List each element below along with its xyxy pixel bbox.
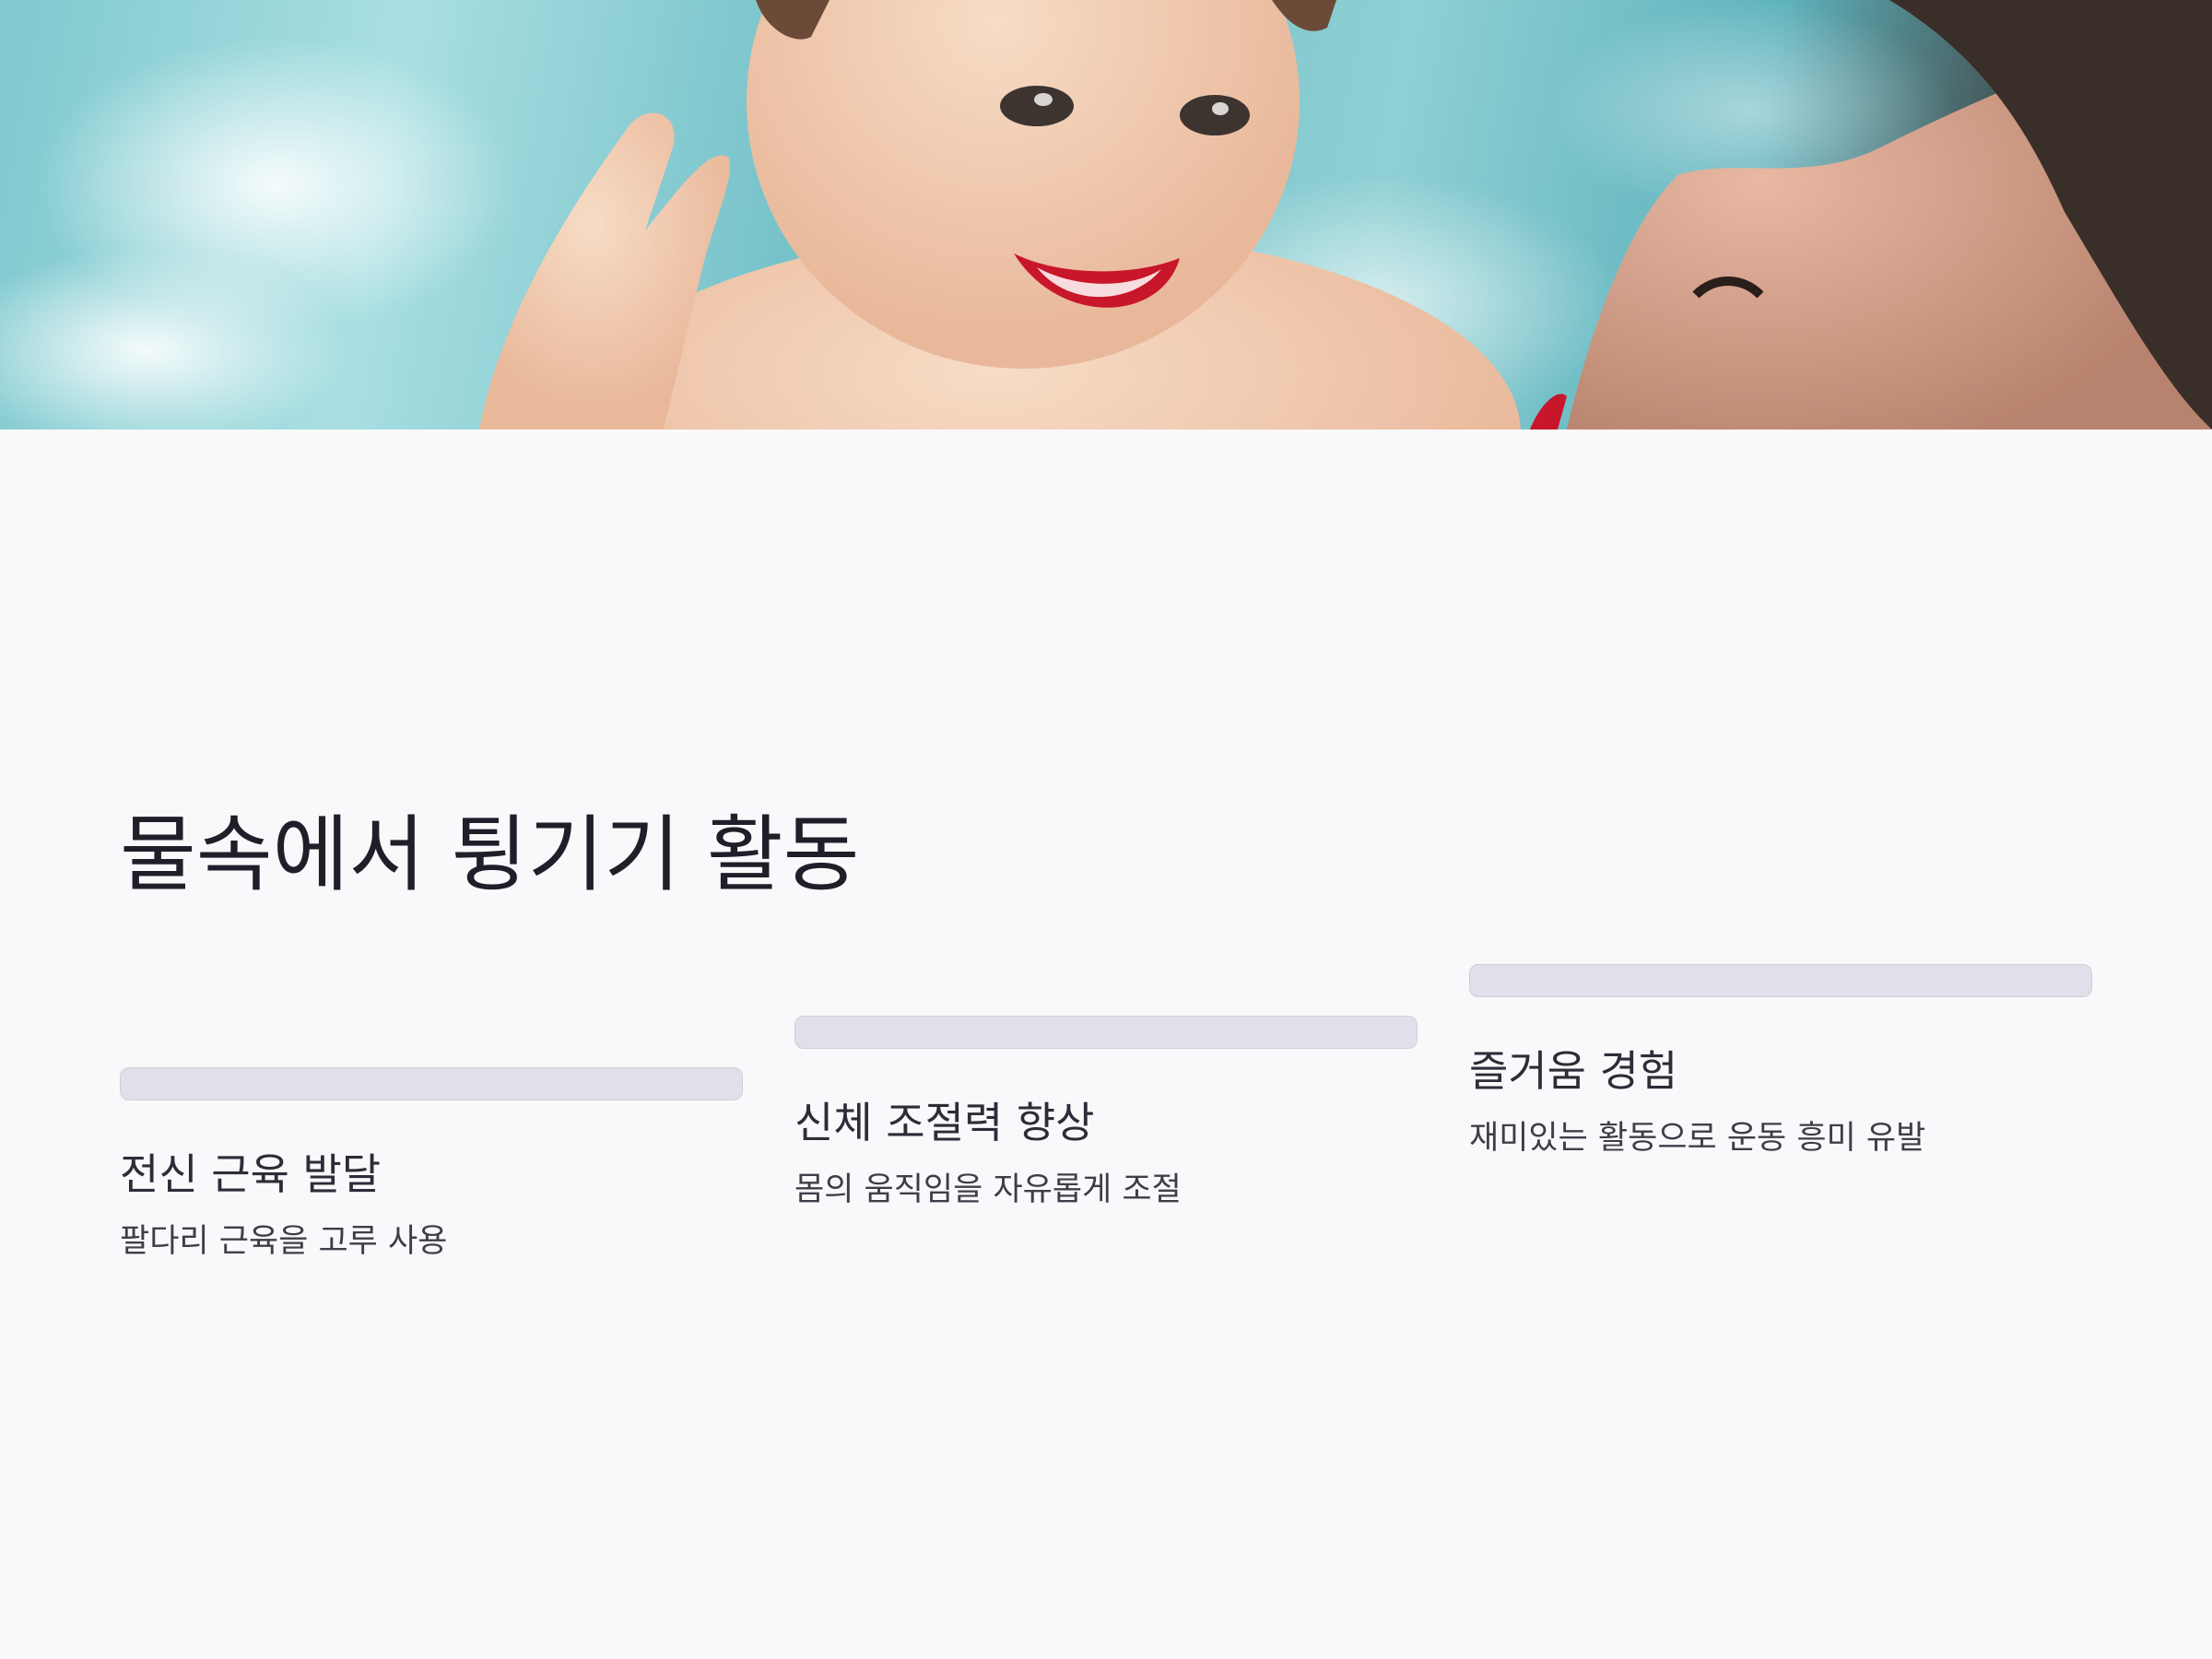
card-description: 몸의 움직임을 자유롭게 조절 xyxy=(794,1171,1182,1208)
card-accent-bar xyxy=(120,1067,743,1100)
card-title: 신체 조절력 향상 xyxy=(794,1098,1095,1147)
card-accent-bar xyxy=(1469,964,2092,997)
benefit-card-coordination: 신체 조절력 향상 몸의 움직임을 자유롭게 조절 xyxy=(794,1016,1418,1213)
card-accent-bar xyxy=(794,1016,1418,1049)
header-photo xyxy=(0,0,2212,429)
card-title: 전신 근육 발달 xyxy=(120,1149,382,1199)
benefit-card-fun: 즐거움 경험 재미있는 활동으로 운동 흥미 유발 xyxy=(1469,964,2092,1161)
page-title: 물속에서 튕기기 활동 xyxy=(120,806,860,903)
card-description: 재미있는 활동으로 운동 흥미 유발 xyxy=(1469,1120,1926,1157)
benefit-card-muscle: 전신 근육 발달 팔다리 근육을 고루 사용 xyxy=(120,1067,743,1265)
baby-in-water-image xyxy=(0,0,2212,429)
card-title: 즐거움 경험 xyxy=(1469,1046,1678,1096)
card-description: 팔다리 근육을 고루 사용 xyxy=(120,1223,448,1260)
